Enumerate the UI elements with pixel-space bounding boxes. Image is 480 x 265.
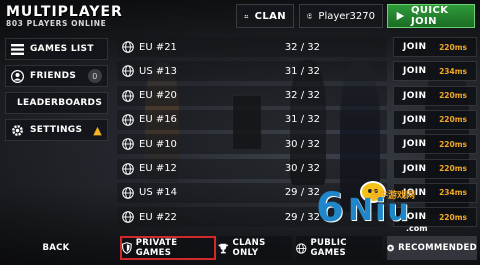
back-label: Back (42, 243, 70, 253)
warning-icon: ▲ (93, 123, 102, 137)
globe-icon (296, 242, 307, 254)
join-button[interactable]: Join 220ms (393, 134, 477, 155)
server-row: EU #12 30 / 32 Join 220ms (117, 158, 477, 179)
server-name: EU #22 (139, 211, 177, 223)
server-player-count: 30 / 32 (284, 138, 320, 150)
back-button[interactable]: Back (30, 236, 82, 260)
join-button[interactable]: Join 220ms (393, 85, 477, 106)
globe-icon (122, 65, 134, 78)
clan-label: Clan (254, 10, 286, 22)
server-player-count: 32 / 32 (284, 90, 320, 102)
join-button[interactable]: Join 220ms (393, 158, 477, 179)
server-name: EU #12 (139, 163, 177, 174)
sidebar-item-label: Games List (30, 44, 94, 54)
ping-value: 220ms (439, 164, 467, 173)
star-icon (387, 244, 394, 252)
watermark-logo: 6 Niu 乐牛游戏网 .com (312, 181, 477, 235)
quick-join-label: Quick Join (411, 5, 449, 27)
sidebar-item-label: Settings (30, 125, 83, 135)
server-name: US #13 (139, 65, 177, 77)
globe-icon (122, 41, 134, 53)
globe-icon (122, 186, 134, 199)
player-profile-button[interactable]: Player3270 (299, 4, 383, 28)
ping-value: 220ms (439, 115, 467, 125)
server-name: EU #21 (139, 41, 177, 53)
private-games-label: Private Games (135, 238, 178, 258)
group-icon (244, 14, 249, 18)
globe-icon (122, 162, 134, 175)
join-label: Join (403, 163, 427, 174)
ping-value: 220ms (439, 139, 467, 149)
globe-icon (122, 89, 134, 102)
public-games-label: Public Games (310, 238, 347, 258)
sidebar-item-friends[interactable]: Friends 0 (5, 65, 108, 87)
clans-only-label: Clans Only (232, 238, 266, 258)
recommended-label: Recommended (398, 243, 477, 253)
server-name: EU #10 (139, 138, 177, 150)
sidebar-item-label: Leaderboards (17, 98, 103, 108)
list-icon (11, 43, 24, 55)
join-label: Join (403, 42, 427, 52)
server-player-count: 32 / 32 (284, 41, 320, 53)
server-name: US #14 (139, 187, 177, 199)
play-icon (396, 11, 405, 21)
server-row: US #13 31 / 32 Join 234ms (117, 61, 477, 82)
clans-only-button[interactable]: Clans Only (218, 236, 292, 260)
private-games-button[interactable]: Private Games (120, 236, 216, 260)
join-label: Join (403, 90, 427, 101)
globe-icon (122, 138, 134, 150)
user-circle-icon (11, 69, 24, 83)
globe-icon (122, 211, 134, 223)
join-button[interactable]: Join 220ms (393, 37, 477, 57)
server-name: EU #16 (139, 114, 177, 126)
server-name: EU #20 (139, 90, 177, 102)
title-text: Multiplayer (6, 4, 123, 20)
server-row: EU #20 32 / 32 Join 220ms (117, 85, 477, 106)
sidebar-item-settings[interactable]: Settings ▲ (5, 119, 108, 141)
quick-join-button[interactable]: Quick Join (387, 4, 475, 28)
user-icon (307, 13, 313, 19)
gear-icon (12, 124, 23, 136)
server-row: EU #21 32 / 32 Join 220ms (117, 37, 477, 57)
sidebar-item-games-list[interactable]: Games List (5, 38, 108, 60)
ping-value: 234ms (439, 66, 467, 76)
recommended-button[interactable]: Recommended (387, 236, 477, 260)
server-player-count: 31 / 32 (284, 65, 320, 77)
sidebar-item-leaderboards[interactable]: Leaderboards (5, 92, 108, 114)
page-title: Multiplayer 803 players online (6, 4, 123, 28)
server-row: EU #10 30 / 32 Join 220ms (117, 134, 477, 155)
sidebar-item-label: Friends (30, 71, 77, 81)
public-games-button[interactable]: Public Games (296, 236, 382, 260)
ping-value: 220ms (439, 91, 467, 101)
clan-button[interactable]: Clan (236, 4, 294, 28)
join-label: Join (403, 66, 427, 77)
globe-icon (122, 114, 134, 126)
ping-value: 220ms (439, 42, 467, 52)
join-button[interactable]: Join 234ms (393, 61, 477, 82)
shield-icon (122, 242, 132, 254)
join-label: Join (403, 114, 427, 125)
player-name: Player3270 (318, 10, 375, 22)
trophy-icon (218, 243, 229, 253)
server-row: EU #16 31 / 32 Join 220ms (117, 109, 477, 130)
join-label: Join (403, 139, 427, 150)
server-player-count: 31 / 32 (284, 114, 320, 126)
friends-count-badge: 0 (88, 69, 102, 83)
server-player-count: 30 / 32 (284, 163, 320, 174)
join-button[interactable]: Join 220ms (393, 109, 477, 130)
players-online-count: 803 players online (6, 19, 107, 28)
